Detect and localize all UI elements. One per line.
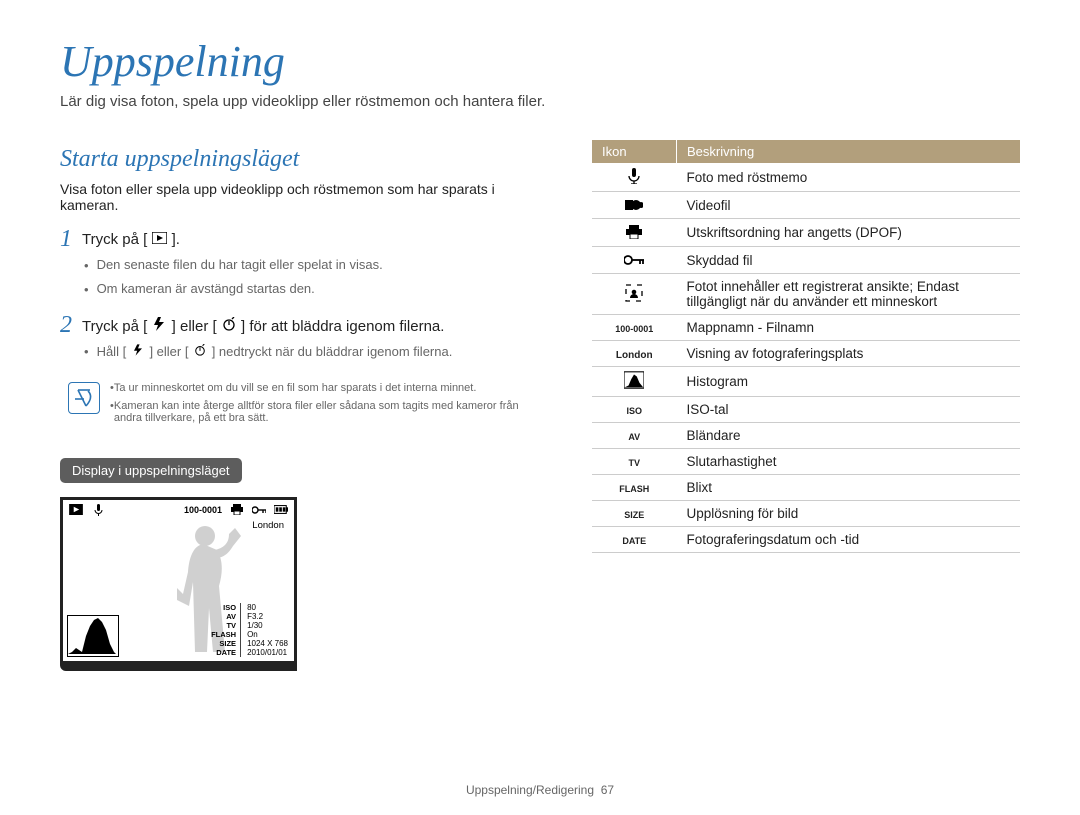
page-intro: Lär dig visa foton, spela upp videoklipp… xyxy=(60,93,1020,110)
subsection-pill: Display i uppspelningsläget xyxy=(60,458,242,483)
key-icon xyxy=(624,251,644,269)
flash-icon-text: FLASH xyxy=(619,484,649,494)
note-icon xyxy=(68,382,100,414)
step-text: ] eller [ xyxy=(172,318,217,335)
av-icon-text: AV xyxy=(628,432,640,442)
table-desc: Blixt xyxy=(677,475,1021,501)
table-desc: Upplösning för bild xyxy=(677,501,1021,527)
city-icon-text: London xyxy=(616,350,653,361)
face-register-icon xyxy=(624,284,644,302)
table-desc: Visning av fotograferingsplats xyxy=(677,341,1021,367)
table-desc: Foto med röstmemo xyxy=(677,163,1021,192)
play-button-icon xyxy=(151,231,167,245)
printer-icon xyxy=(624,223,644,241)
table-header-icon: Ikon xyxy=(592,140,677,163)
section-subtitle: Visa foton eller spela upp videoklipp oc… xyxy=(60,181,554,213)
filename-icon: 100-0001 xyxy=(615,324,653,334)
step-1: 1 Tryck på [ ]. xyxy=(60,227,554,251)
spec-table: ISO80 AVF3.2 TV1/30 FLASHOn SIZE1024 X 7… xyxy=(211,603,288,657)
play-button-icon xyxy=(69,504,83,516)
step-number: 1 xyxy=(60,227,82,251)
iso-icon-text: ISO xyxy=(626,406,642,416)
key-icon xyxy=(252,504,266,516)
step-text: Tryck på [ xyxy=(82,231,147,248)
step-text: Tryck på [ xyxy=(82,318,147,335)
table-desc: Mappnamn - Filnamn xyxy=(677,315,1021,341)
size-icon-text: SIZE xyxy=(624,510,644,520)
table-desc: Fotograferingsdatum och -tid xyxy=(677,527,1021,553)
step-text: ]. xyxy=(172,231,180,248)
table-desc: Bländare xyxy=(677,423,1021,449)
table-header-desc: Beskrivning xyxy=(677,140,1021,163)
printer-icon xyxy=(230,504,244,516)
table-desc: Videofil xyxy=(677,192,1021,219)
mic-icon xyxy=(624,167,644,185)
step-bullet: •Den senaste filen du har tagit eller sp… xyxy=(84,257,554,275)
battery-icon xyxy=(274,504,288,516)
flash-icon xyxy=(130,343,146,357)
date-icon-text: DATE xyxy=(622,536,646,546)
table-desc: Histogram xyxy=(677,367,1021,397)
mic-icon xyxy=(91,504,105,516)
step-text: ] för att bläddra igenom filerna. xyxy=(241,318,444,335)
step-number: 2 xyxy=(60,313,82,337)
filename-label: 100-0001 xyxy=(184,505,222,515)
footer: Uppspelning/Redigering 67 xyxy=(0,783,1080,797)
timer-icon xyxy=(192,343,208,357)
table-desc: Skyddad fil xyxy=(677,247,1021,274)
table-desc: Utskriftsordning har angetts (DPOF) xyxy=(677,219,1021,247)
section-title: Starta uppspelningsläget xyxy=(60,146,554,173)
note-bullet: •Kameran kan inte återge alltför stora f… xyxy=(110,400,546,424)
lcd-preview: 100-0001 London xyxy=(60,497,297,671)
video-icon xyxy=(624,196,644,214)
note-bullet: •Ta ur minneskortet om du vill se en fil… xyxy=(110,382,546,394)
step-bullet: •Om kameran är avstängd startas den. xyxy=(84,281,554,299)
flash-icon xyxy=(151,317,167,331)
icon-table: Ikon Beskrivning Foto med röstmemo Video… xyxy=(592,140,1020,553)
histogram-icon xyxy=(624,371,644,389)
table-desc: ISO-tal xyxy=(677,397,1021,423)
table-desc: Fotot innehåller ett registrerat ansikte… xyxy=(677,274,1021,315)
step-bullet: • Håll [ ] eller [ ] nedtryckt när du bl… xyxy=(84,343,554,361)
histogram-icon xyxy=(67,615,119,657)
tv-icon-text: TV xyxy=(628,458,640,468)
table-desc: Slutarhastighet xyxy=(677,449,1021,475)
step-2: 2 Tryck på [ ] eller [ ] för att bläddra… xyxy=(60,313,554,337)
page-title: Uppspelning xyxy=(60,36,1020,87)
note-box: •Ta ur minneskortet om du vill se en fil… xyxy=(60,376,554,436)
timer-icon xyxy=(221,317,237,331)
